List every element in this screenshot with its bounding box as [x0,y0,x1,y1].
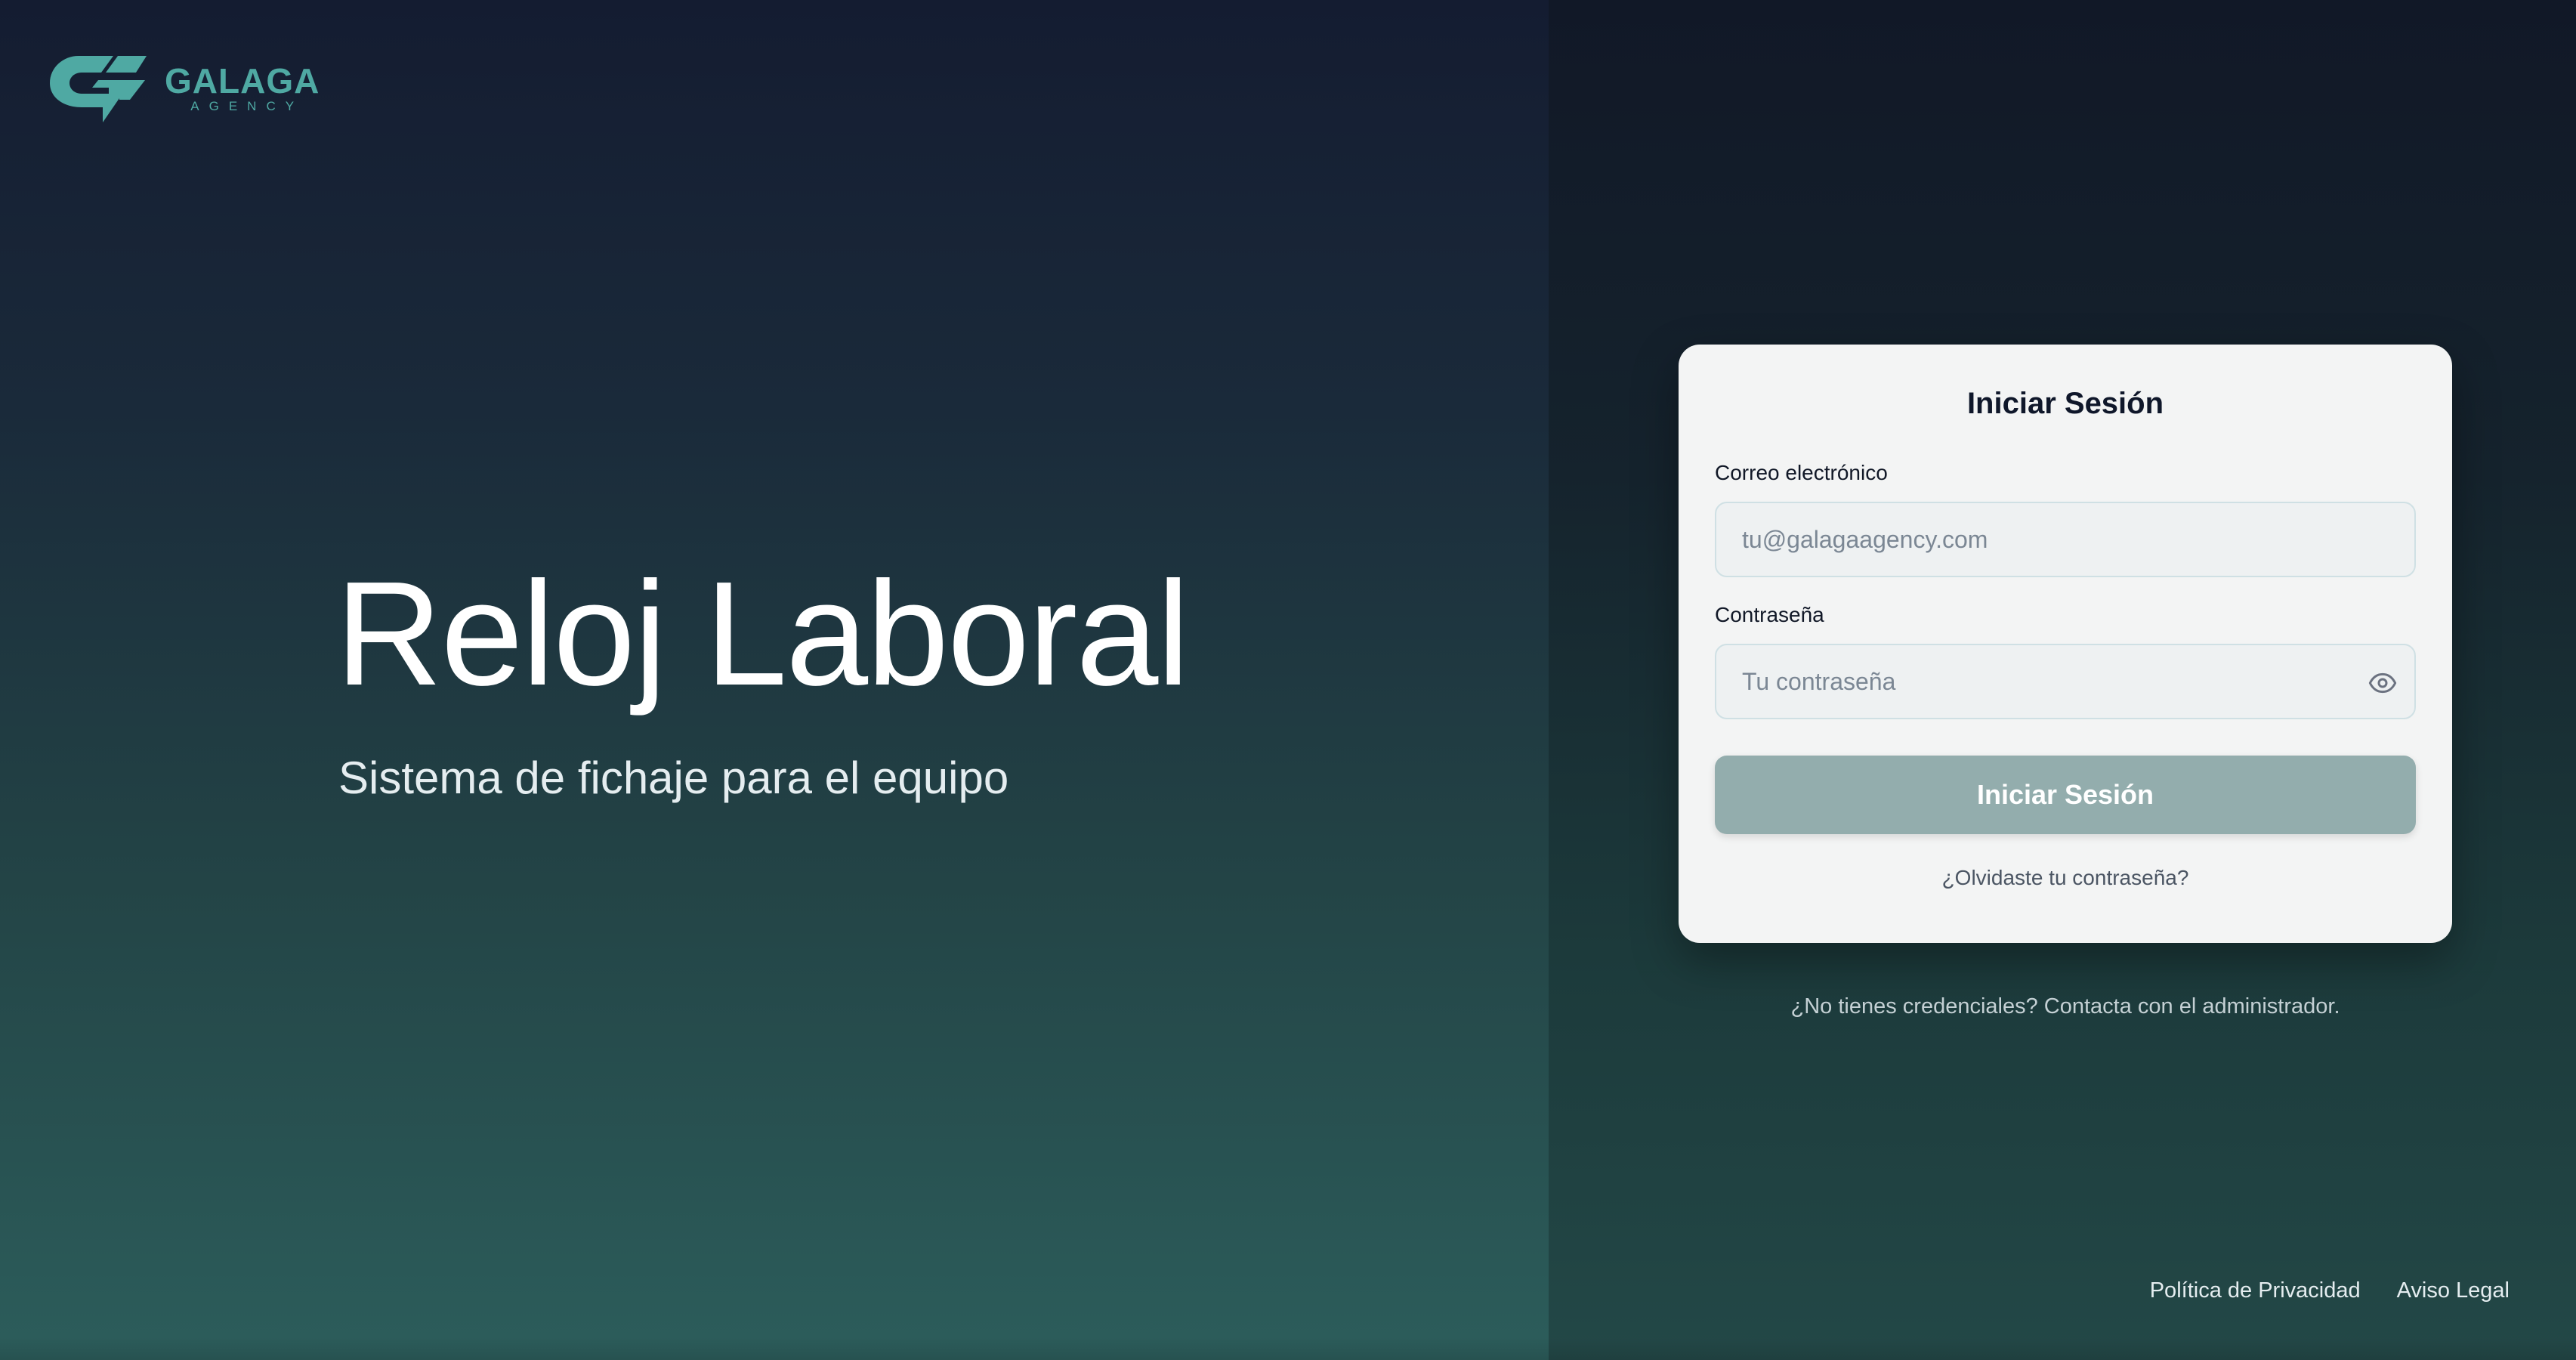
brand-name: GALAGA [165,61,320,100]
email-field-wrapper [1715,502,2416,577]
bottom-shade [0,1337,2576,1360]
galaga-logo-icon [50,56,147,122]
legal-notice-link[interactable]: Aviso Legal [2397,1277,2510,1304]
sign-in-button[interactable]: Iniciar Sesión [1715,756,2416,834]
brand-tagline: AGENCY [190,99,304,113]
email-label: Correo electrónico [1715,461,1888,484]
forgot-password-link[interactable]: ¿Olvidaste tu contraseña? [1679,864,2452,892]
password-label: Contraseña [1715,603,1824,626]
brand-wordmark: GALAGA AGENCY [165,63,320,115]
password-field[interactable] [1716,645,2414,718]
eye-icon [2368,672,2397,694]
no-credentials-notice: ¿No tienes credenciales? Contacta con el… [1790,994,2340,1018]
hero-subtitle: Sistema de fichaje para el equipo [338,753,1009,803]
card-title: Iniciar Sesión [1966,387,2164,420]
login-page: GALAGA AGENCY Reloj Laboral Sistema de f… [0,0,2576,1360]
brand-logo: GALAGA AGENCY [48,54,320,124]
show-password-toggle[interactable] [2368,668,2398,698]
email-field[interactable] [1716,503,2414,576]
password-field-wrapper [1715,644,2416,719]
hero-title: Reloj Laboral [335,551,1190,716]
login-card: Iniciar Sesión Correo electrónico Contra… [1679,345,2452,943]
footer-links: Política de Privacidad Aviso Legal [2150,1277,2510,1304]
privacy-policy-link[interactable]: Política de Privacidad [2150,1277,2361,1304]
